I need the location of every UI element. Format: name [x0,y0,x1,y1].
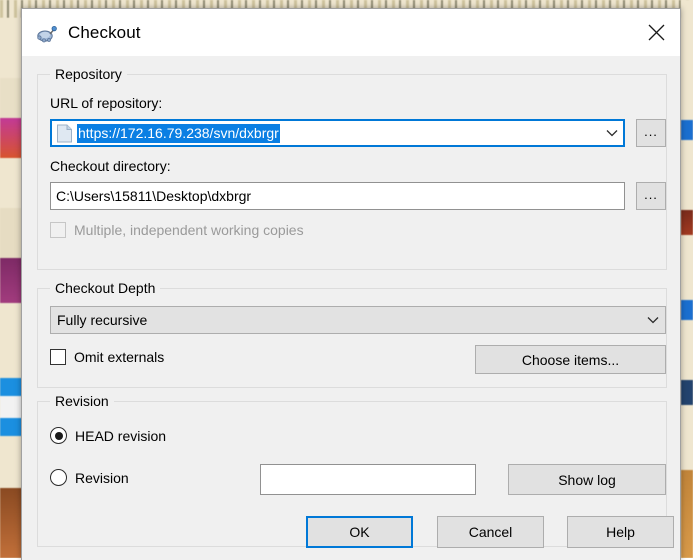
url-input-value: https://172.16.79.238/svn/dxbrgr [77,124,280,143]
cancel-button[interactable]: Cancel [437,516,544,548]
chevron-down-icon [606,129,618,137]
revision-radio-label: Revision [75,470,129,486]
multiple-working-copies-label: Multiple, independent working copies [74,222,304,238]
url-browse-button[interactable]: ... [636,119,666,147]
url-dropdown-arrow[interactable] [603,124,621,142]
radio-circle [50,469,67,486]
checkbox-box [50,349,66,365]
checkout-dialog: Checkout Repository URL of repository: h… [21,8,681,560]
checkout-directory-label: Checkout directory: [50,158,171,174]
dialog-client-area: Repository URL of repository: https://17… [22,56,680,560]
multiple-working-copies-checkbox: Multiple, independent working copies [50,222,304,238]
radio-circle [50,427,67,444]
revision-number-input[interactable] [260,464,476,495]
choose-items-button[interactable]: Choose items... [475,345,666,374]
tortoisesvn-icon [36,22,58,44]
revision-radio[interactable]: Revision [50,469,129,486]
depth-dropdown-arrow[interactable] [644,311,662,329]
checkout-depth-group-title: Checkout Depth [50,280,160,296]
omit-externals-label: Omit externals [74,349,164,365]
checkout-directory-value: C:\Users\15811\Desktop\dxbrgr [56,188,251,204]
checkout-directory-input[interactable]: C:\Users\15811\Desktop\dxbrgr [50,182,625,210]
head-revision-radio[interactable]: HEAD revision [50,427,166,444]
show-log-button[interactable]: Show log [508,464,666,495]
depth-combobox[interactable]: Fully recursive [50,306,666,334]
url-combobox[interactable]: https://172.16.79.238/svn/dxbrgr [50,119,625,147]
close-icon [647,23,666,42]
document-icon [56,124,73,143]
url-label: URL of repository: [50,95,162,111]
head-revision-label: HEAD revision [75,428,166,444]
revision-group-title: Revision [50,393,114,409]
background-left-content [0,18,22,558]
chevron-down-icon [647,316,659,324]
ok-button[interactable]: OK [306,516,413,548]
checkout-depth-group: Checkout Depth Fully recursive Omit exte… [37,288,667,388]
depth-selected-value: Fully recursive [57,312,147,328]
background-right-content [681,0,693,558]
checkbox-box [50,222,66,238]
help-button[interactable]: Help [567,516,674,548]
repository-group-title: Repository [50,66,127,82]
directory-browse-button[interactable]: ... [636,182,666,210]
repository-group: Repository URL of repository: https://17… [37,74,667,270]
close-button[interactable] [632,9,680,56]
dialog-title: Checkout [68,23,141,43]
omit-externals-checkbox[interactable]: Omit externals [50,349,164,365]
dialog-titlebar[interactable]: Checkout [22,9,680,56]
